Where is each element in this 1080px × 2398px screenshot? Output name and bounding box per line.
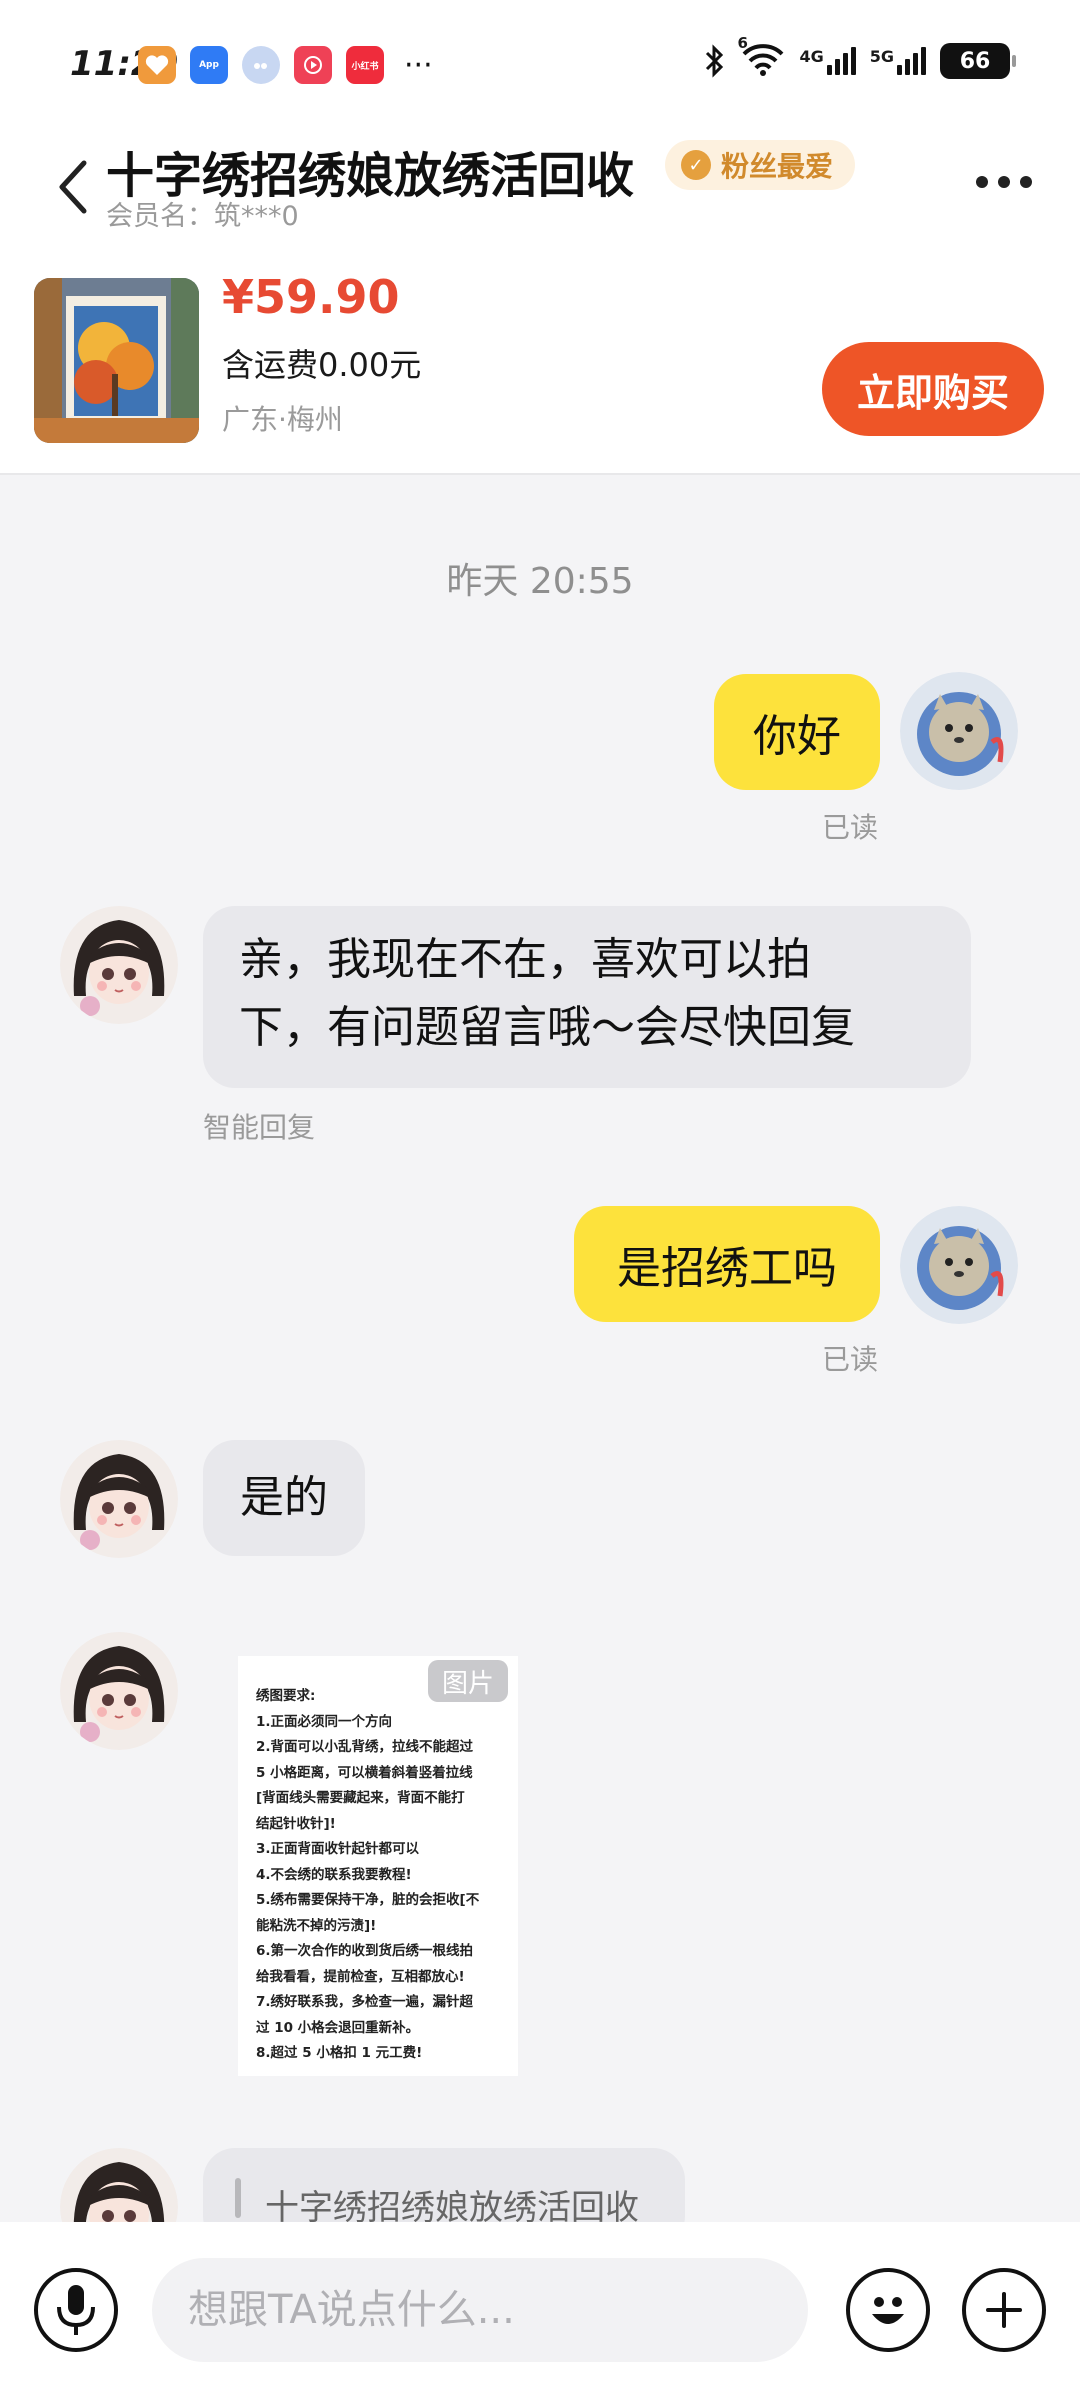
- my-avatar[interactable]: [900, 672, 1018, 790]
- voice-button[interactable]: [34, 2268, 118, 2352]
- quote-bar: [235, 2178, 241, 2218]
- wifi-tag: 6: [737, 34, 748, 52]
- image-text-line: 7.绣好联系我，多检查一遍，漏针超: [256, 1994, 474, 2010]
- image-text-line: 1.正面必须同一个方向: [256, 1713, 393, 1730]
- emoji-button[interactable]: [846, 2268, 930, 2352]
- smart-reply-tag: 智能回复: [203, 1111, 316, 1144]
- smiley-icon: [872, 2297, 904, 2324]
- image-text-line: 5 小格距离，可以横着斜着竖着拉线: [256, 1764, 473, 1781]
- status-bar: 11:29 App 小红书 ··· 6 4G 5G 66: [0, 0, 1080, 130]
- image-text-line: 5.绣布需要保持干净，脏的会拒收[不: [256, 1892, 480, 1908]
- read-status: 已读: [822, 1343, 879, 1376]
- battery-level: 66: [959, 48, 991, 74]
- image-message[interactable]: 绣图要求: 1.正面必须同一个方向 2.背面可以小乱背绣，拉线不能超过 5 小格…: [238, 1656, 518, 2076]
- fan-favorite-badge[interactable]: ✓ 粉丝最爱: [665, 140, 856, 190]
- image-tag: 图片: [428, 1660, 508, 1702]
- xiaohongshu-label: 小红书: [351, 61, 379, 72]
- seller-avatar[interactable]: [60, 1440, 178, 1558]
- message-input[interactable]: [152, 2258, 808, 2362]
- notification-icons: App 小红书 ···: [138, 46, 433, 84]
- read-status: 已读: [822, 811, 879, 844]
- bluetooth-icon: [706, 44, 724, 78]
- message-line-1: 亲，我现在不在，喜欢可以拍: [239, 934, 811, 985]
- status-right: 6 4G 5G 66: [703, 34, 1016, 80]
- app-market-icon: App: [190, 46, 228, 84]
- message-bubble-sent[interactable]: 你好: [714, 674, 880, 790]
- image-text-line: 给我看看，提前检查，互相都放心!: [256, 1968, 465, 1985]
- chevron-left-icon: [59, 160, 87, 214]
- signal-4g-label: 4G: [799, 47, 824, 66]
- image-text-line: 能粘洗不掉的污渍]!: [256, 1917, 377, 1934]
- signal-4g-icon: 4G: [799, 47, 856, 75]
- buy-now-button[interactable]: 立即购买: [822, 342, 1044, 436]
- wifi-icon: 6: [737, 34, 785, 80]
- product-location: 广东·梅州: [222, 403, 343, 436]
- input-bar: [0, 2222, 1080, 2398]
- image-text-line: 4.不会绣的联系我要教程!: [256, 1866, 412, 1883]
- cloud-app-icon: [242, 46, 280, 84]
- seller-avatar[interactable]: [60, 906, 178, 1024]
- back-button[interactable]: [48, 152, 98, 222]
- image-text-line: 6.第一次合作的收到货后绣一根线拍: [256, 1943, 474, 1959]
- shipping-info: 含运费0.00元: [222, 346, 422, 384]
- member-name: 会员名：筑***0: [106, 201, 299, 232]
- signal-5g-label: 5G: [869, 47, 894, 66]
- microphone-icon: [57, 2285, 95, 2335]
- image-text-line: 2.背面可以小乱背绣，拉线不能超过: [256, 1739, 474, 1755]
- more-options-button[interactable]: [976, 176, 1032, 188]
- message-bubble-received[interactable]: 是的: [203, 1440, 365, 1556]
- image-text-line: 结起针收针]!: [256, 1815, 336, 1832]
- heart-app-icon: [138, 46, 176, 84]
- more-notifications-icon: ···: [404, 47, 433, 83]
- image-text-line: 3.正面背面收针起针都可以: [256, 1841, 420, 1857]
- chat-timestamp: 昨天 20:55: [446, 561, 634, 602]
- check-badge-icon: ✓: [681, 150, 711, 180]
- signal-5g-icon: 5G: [870, 47, 926, 75]
- message-bubble-received[interactable]: 亲，我现在不在，喜欢可以拍 下，有问题留言哦～会尽快回复: [203, 906, 971, 1088]
- battery-icon: 66: [940, 43, 1016, 79]
- video-app-icon: [294, 46, 332, 84]
- message-bubble-sent[interactable]: 是招绣工吗: [574, 1206, 880, 1322]
- image-text-line: [背面线头需要藏起来，背面不能打: [256, 1790, 465, 1806]
- product-thumbnail[interactable]: [34, 278, 199, 443]
- chat-header: 十字绣招绣娘放绣活回收 ✓ 粉丝最爱 会员名：筑***0 ¥59.90 含运费0…: [0, 130, 1080, 475]
- fan-favorite-label: 粉丝最爱: [721, 150, 834, 183]
- image-text-line: 8.超过 5 小格扣 1 元工费!: [256, 2045, 423, 2061]
- seller-avatar[interactable]: [60, 1632, 178, 1750]
- app-market-label: App: [199, 60, 219, 70]
- product-price: ¥59.90: [222, 270, 400, 324]
- add-button[interactable]: [962, 2268, 1046, 2352]
- xiaohongshu-icon: 小红书: [346, 46, 384, 84]
- image-text-line: 过 10 小格会退回重新补。: [256, 2019, 420, 2036]
- my-avatar[interactable]: [900, 1206, 1018, 1324]
- message-line-2: 下，有问题留言哦～会尽快回复: [239, 1002, 855, 1053]
- plus-icon: [986, 2292, 1022, 2328]
